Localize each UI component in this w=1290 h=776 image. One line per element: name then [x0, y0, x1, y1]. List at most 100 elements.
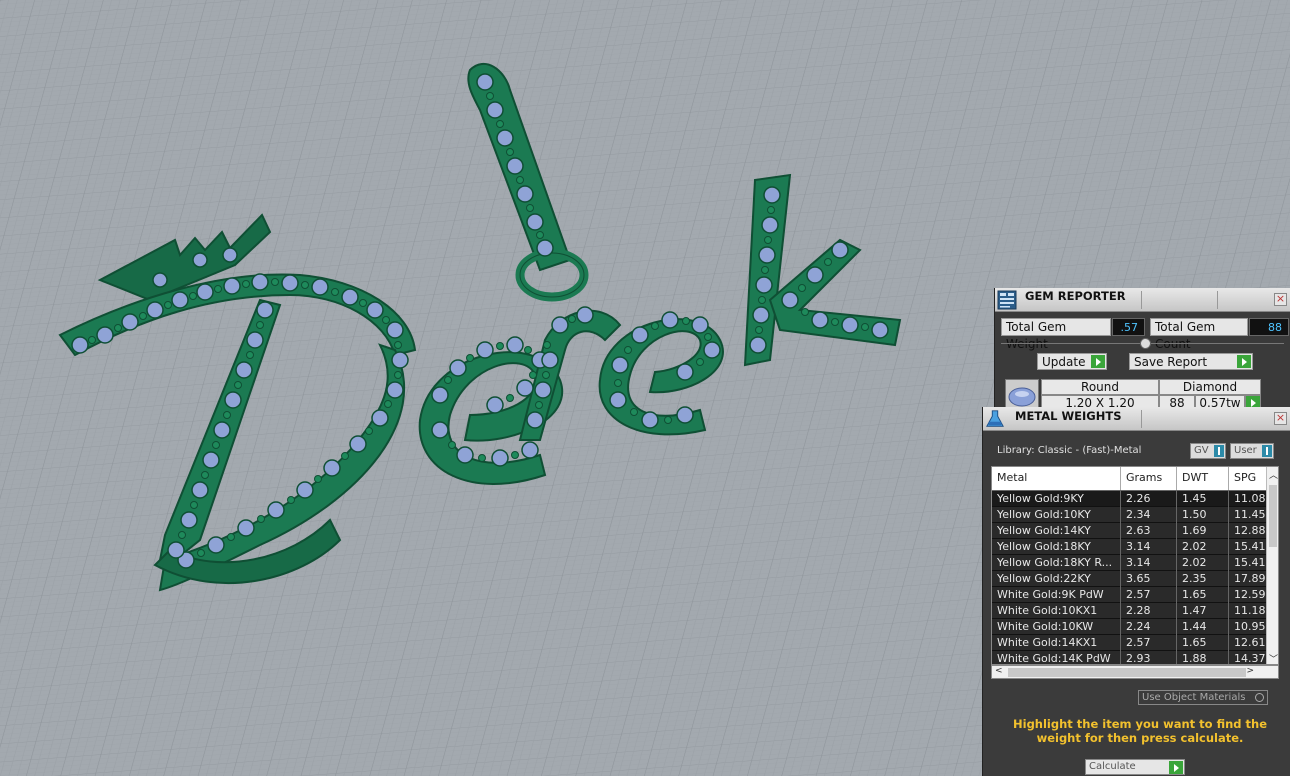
cell-dwt: 2.02	[1177, 555, 1229, 571]
cell-metal: White Gold:9K PdW	[992, 587, 1121, 603]
cell-spg: 12.59	[1229, 587, 1269, 603]
scroll-up-icon[interactable]: ︿	[1269, 468, 1278, 481]
metal-weights-close-button[interactable]: ×	[1274, 412, 1287, 425]
save-report-label: Save Report	[1134, 355, 1208, 369]
cell-grams: 2.34	[1121, 507, 1177, 523]
cell-grams: 2.63	[1121, 523, 1177, 539]
cell-dwt: 1.45	[1177, 491, 1229, 507]
cell-metal: Yellow Gold:18KY R...	[992, 555, 1121, 571]
scrollbar-thumb[interactable]	[1269, 485, 1277, 547]
table-row[interactable]: White Gold:14K PdW 2.93 1.88 14.37	[992, 651, 1269, 664]
cell-metal: Yellow Gold:9KY	[992, 491, 1121, 507]
cell-grams: 3.14	[1121, 539, 1177, 555]
cell-metal: Yellow Gold:10KY	[992, 507, 1121, 523]
cell-dwt: 1.50	[1177, 507, 1229, 523]
titlebar-separator	[1141, 410, 1142, 428]
table-row[interactable]: Yellow Gold:10KY 2.34 1.50 11.45	[992, 507, 1269, 523]
cell-metal: White Gold:14K PdW	[992, 651, 1121, 664]
titlebar-separator	[1141, 291, 1142, 309]
flask-icon	[986, 410, 1004, 427]
update-button[interactable]: Update	[1037, 353, 1107, 370]
table-row[interactable]: White Gold:10KW 2.24 1.44 10.95	[992, 619, 1269, 635]
use-object-materials-toggle[interactable]: Use Object Materials	[1138, 690, 1268, 705]
gem-reporter-close-button[interactable]: ×	[1274, 293, 1287, 306]
cell-metal: Yellow Gold:18KY	[992, 539, 1121, 555]
metal-weights-titlebar[interactable]: METAL WEIGHTS ×	[983, 407, 1290, 431]
horizontal-scrollbar[interactable]: < >	[991, 665, 1279, 679]
gv-dropdown-value: GV	[1194, 445, 1209, 456]
table-row[interactable]: White Gold:9K PdW 2.57 1.65 12.59	[992, 587, 1269, 603]
cell-dwt: 1.65	[1177, 587, 1229, 603]
column-header-dwt[interactable]: DWT	[1177, 467, 1229, 490]
play-arrow-icon	[1091, 355, 1105, 368]
table-row[interactable]: Yellow Gold:14KY 2.63 1.69 12.88	[992, 523, 1269, 539]
dropdown-icon	[1214, 445, 1224, 457]
table-row[interactable]: Yellow Gold:9KY 2.26 1.45 11.08	[992, 491, 1269, 507]
cell-dwt: 1.65	[1177, 635, 1229, 651]
calculate-button[interactable]: Calculate	[1085, 759, 1185, 775]
gem-reporter-title: GEM REPORTER	[1025, 289, 1126, 303]
user-dropdown[interactable]: User	[1230, 443, 1274, 459]
cell-grams: 2.26	[1121, 491, 1177, 507]
cell-spg: 17.89	[1229, 571, 1269, 587]
cell-metal: White Gold:10KX1	[992, 603, 1121, 619]
vertical-scrollbar[interactable]: ︿ ﹀	[1266, 467, 1278, 664]
cell-metal: Yellow Gold:22KY	[992, 571, 1121, 587]
gem-reporter-titlebar[interactable]: GEM REPORTER ×	[995, 288, 1290, 312]
use-object-materials-label: Use Object Materials	[1142, 692, 1246, 703]
panel-resize-slider-handle[interactable]	[1140, 338, 1151, 349]
cell-metal: White Gold:10KW	[992, 619, 1121, 635]
dropdown-icon	[1262, 445, 1272, 457]
table-row[interactable]: Yellow Gold:22KY 3.65 2.35 17.89	[992, 571, 1269, 587]
radio-icon	[1255, 693, 1264, 702]
cell-dwt: 1.88	[1177, 651, 1229, 664]
gem-material: Diamond	[1159, 379, 1261, 395]
cell-spg: 12.88	[1229, 523, 1269, 539]
total-gem-count-label: Total Gem Count	[1150, 318, 1248, 351]
update-label: Update	[1042, 355, 1086, 369]
table-body: Yellow Gold:9KY 2.26 1.45 11.08 Yellow Gold:…	[992, 491, 1269, 664]
library-label: Library: Classic - (Fast)-Metal	[997, 445, 1142, 456]
column-header-spg[interactable]: SPG	[1229, 467, 1269, 490]
gem-reporter-icon	[997, 290, 1017, 310]
scroll-right-icon[interactable]: >	[1246, 666, 1254, 676]
cell-dwt: 1.69	[1177, 523, 1229, 539]
column-header-grams[interactable]: Grams	[1121, 467, 1177, 490]
column-header-metal[interactable]: Metal	[992, 467, 1121, 490]
table-row[interactable]: White Gold:10KX1 2.28 1.47 11.18	[992, 603, 1269, 619]
cell-dwt: 1.44	[1177, 619, 1229, 635]
table-row[interactable]: Yellow Gold:18KY R... 3.14 2.02 15.41	[992, 555, 1269, 571]
cell-metal: White Gold:14KX1	[992, 635, 1121, 651]
save-report-button[interactable]: Save Report	[1129, 353, 1253, 370]
scrollbar-thumb[interactable]	[1008, 668, 1246, 677]
cell-grams: 2.93	[1121, 651, 1177, 664]
metal-weights-title: METAL WEIGHTS	[1015, 409, 1122, 423]
table-header: Metal Grams DWT SPG	[992, 467, 1269, 491]
table-row[interactable]: White Gold:14KX1 2.57 1.65 12.61	[992, 635, 1269, 651]
play-arrow-icon	[1237, 355, 1251, 368]
gv-dropdown[interactable]: GV	[1190, 443, 1226, 459]
cell-spg: 14.37	[1229, 651, 1269, 664]
cell-spg: 11.18	[1229, 603, 1269, 619]
gem-shape: Round	[1041, 379, 1159, 395]
cell-spg: 15.41	[1229, 539, 1269, 555]
cell-dwt: 1.47	[1177, 603, 1229, 619]
cell-spg: 10.95	[1229, 619, 1269, 635]
scroll-left-icon[interactable]: <	[995, 666, 1003, 676]
scroll-down-icon[interactable]: ﹀	[1269, 652, 1278, 664]
cell-grams: 2.24	[1121, 619, 1177, 635]
cell-grams: 2.57	[1121, 587, 1177, 603]
titlebar-separator	[1217, 291, 1218, 309]
total-gem-count-value: 88	[1249, 318, 1289, 336]
cell-dwt: 2.02	[1177, 539, 1229, 555]
calculate-label: Calculate	[1089, 761, 1136, 772]
cell-spg: 12.61	[1229, 635, 1269, 651]
cell-spg: 11.08	[1229, 491, 1269, 507]
play-arrow-icon	[1169, 761, 1183, 774]
instruction-text: Highlight the item you want to find the …	[1013, 717, 1267, 745]
cell-spg: 15.41	[1229, 555, 1269, 571]
table-row[interactable]: Yellow Gold:18KY 3.14 2.02 15.41	[992, 539, 1269, 555]
metal-weights-table[interactable]: Metal Grams DWT SPG Yellow Gold:9KY 2.26 1…	[991, 466, 1279, 665]
cell-grams: 2.28	[1121, 603, 1177, 619]
cell-grams: 3.65	[1121, 571, 1177, 587]
